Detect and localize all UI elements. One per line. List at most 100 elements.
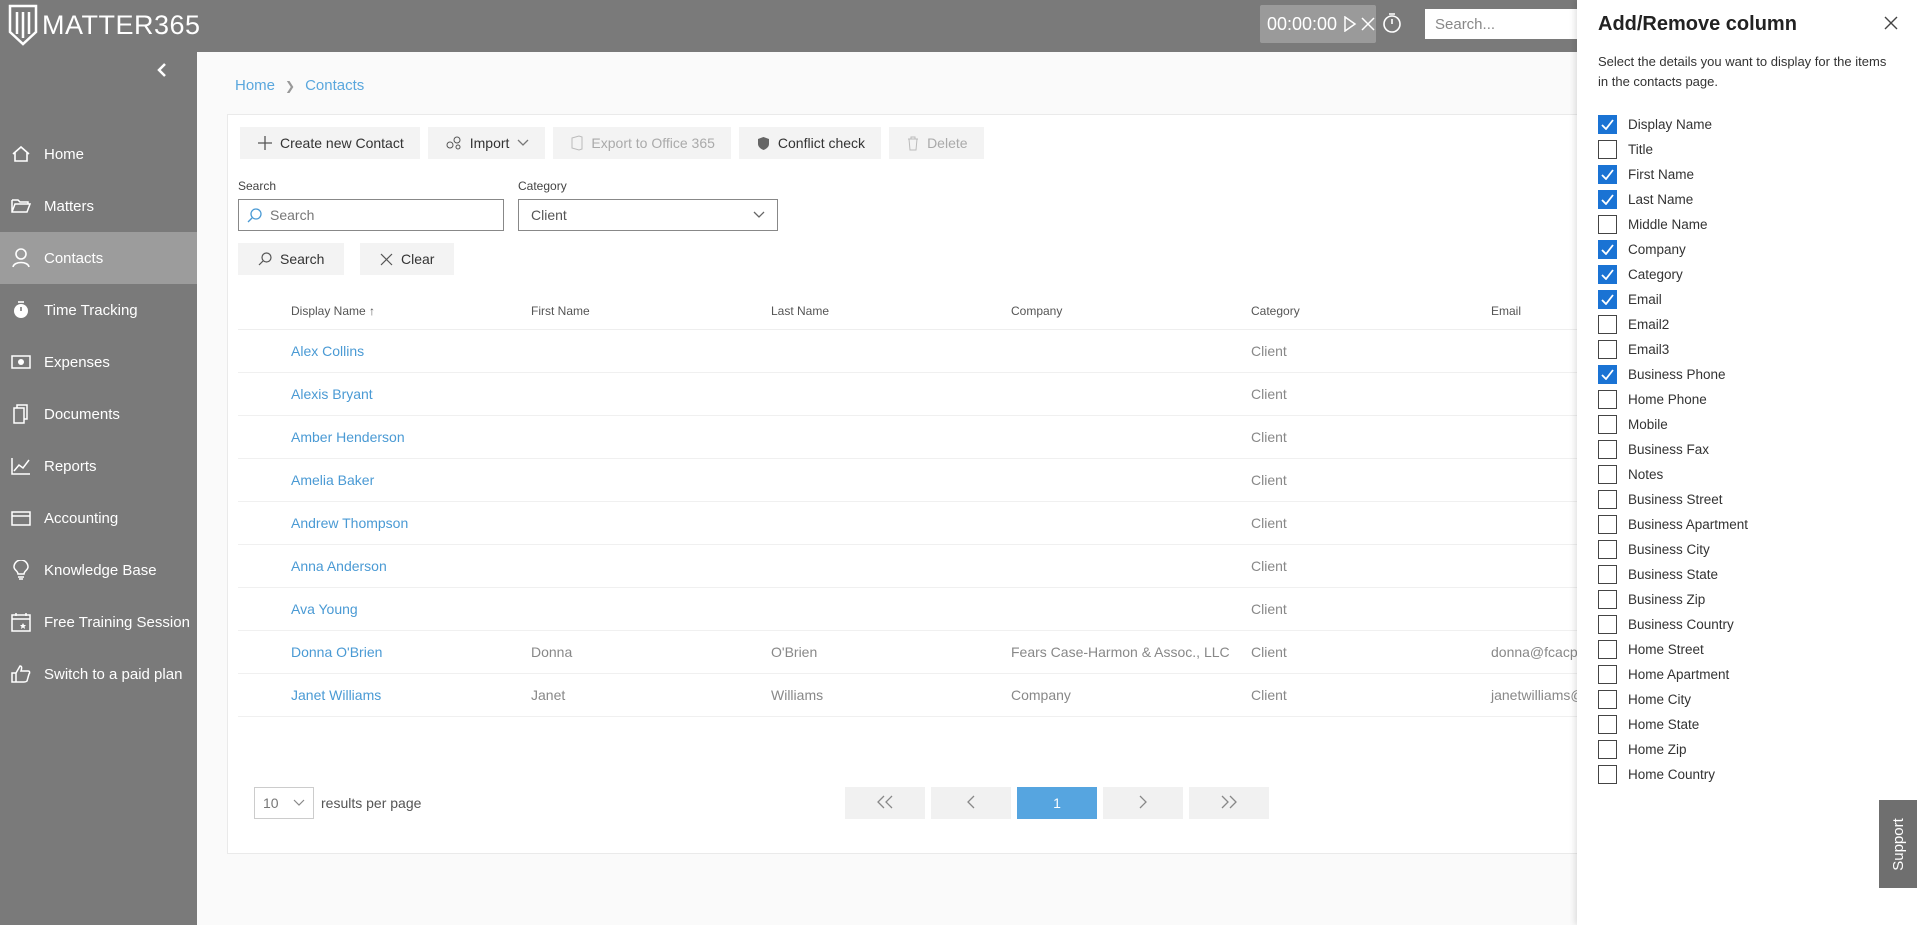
import-button[interactable]: Import: [427, 127, 546, 159]
cell-display-name[interactable]: Andrew Thompson: [291, 501, 531, 545]
first-page-button[interactable]: [845, 787, 925, 819]
checkbox[interactable]: [1598, 665, 1617, 684]
checkbox[interactable]: [1598, 565, 1617, 584]
column-option-company[interactable]: Company: [1598, 237, 1748, 262]
search-input[interactable]: [270, 207, 490, 223]
column-option-middle-name[interactable]: Middle Name: [1598, 212, 1748, 237]
checkbox[interactable]: [1598, 215, 1617, 234]
column-option-email3[interactable]: Email3: [1598, 337, 1748, 362]
checkbox[interactable]: [1598, 765, 1617, 784]
column-option-home-apartment[interactable]: Home Apartment: [1598, 662, 1748, 687]
next-page-button[interactable]: [1103, 787, 1183, 819]
column-option-home-zip[interactable]: Home Zip: [1598, 737, 1748, 762]
create-contact-button[interactable]: Create new Contact: [240, 127, 420, 159]
cell-display-name[interactable]: Amelia Baker: [291, 458, 531, 502]
column-header-display-name[interactable]: Display Name ↑: [291, 293, 531, 330]
column-option-business-phone[interactable]: Business Phone: [1598, 362, 1748, 387]
sidebar-item-accounting[interactable]: Accounting: [0, 492, 197, 544]
stopwatch-icon[interactable]: [1382, 12, 1402, 34]
play-icon[interactable]: [1343, 16, 1357, 32]
column-option-email2[interactable]: Email2: [1598, 312, 1748, 337]
column-option-home-city[interactable]: Home City: [1598, 687, 1748, 712]
checkbox[interactable]: [1598, 490, 1617, 509]
sidebar-item-home[interactable]: Home: [0, 128, 197, 180]
checkbox[interactable]: [1598, 290, 1617, 309]
clear-button[interactable]: Clear: [360, 243, 455, 275]
column-option-title[interactable]: Title: [1598, 137, 1748, 162]
breadcrumb-home[interactable]: Home: [235, 77, 275, 94]
per-page-select[interactable]: 10: [254, 787, 314, 819]
table-row[interactable]: Anna Anderson Client: [238, 544, 1608, 588]
checkbox[interactable]: [1598, 315, 1617, 334]
checkbox[interactable]: [1598, 715, 1617, 734]
checkbox[interactable]: [1598, 265, 1617, 284]
conflict-check-button[interactable]: Conflict check: [738, 127, 882, 159]
table-row[interactable]: Amber Henderson Client: [238, 415, 1608, 459]
delete-button[interactable]: Delete: [889, 127, 984, 159]
table-row[interactable]: Amelia Baker Client: [238, 458, 1608, 502]
column-option-notes[interactable]: Notes: [1598, 462, 1748, 487]
checkbox[interactable]: [1598, 640, 1617, 659]
global-search-input[interactable]: [1425, 9, 1585, 39]
checkbox[interactable]: [1598, 515, 1617, 534]
column-option-first-name[interactable]: First Name: [1598, 162, 1748, 187]
cell-display-name[interactable]: Anna Anderson: [291, 544, 531, 588]
sidebar-item-reports[interactable]: Reports: [0, 440, 197, 492]
checkbox[interactable]: [1598, 415, 1617, 434]
column-option-email[interactable]: Email: [1598, 287, 1748, 312]
table-row[interactable]: Andrew Thompson Client: [238, 501, 1608, 545]
table-row[interactable]: Alexis Bryant Client: [238, 372, 1608, 416]
checkbox[interactable]: [1598, 190, 1617, 209]
sidebar-item-contacts[interactable]: Contacts: [0, 232, 197, 284]
column-header-first-name[interactable]: First Name: [531, 293, 771, 330]
category-select[interactable]: Client: [518, 199, 778, 231]
checkbox[interactable]: [1598, 590, 1617, 609]
column-option-last-name[interactable]: Last Name: [1598, 187, 1748, 212]
close-icon[interactable]: [1361, 17, 1375, 31]
search-field[interactable]: [238, 199, 504, 231]
table-row[interactable]: Janet Williams Janet Williams Company Client…: [238, 673, 1608, 717]
sidebar-item-expenses[interactable]: Expenses: [0, 336, 197, 388]
table-row[interactable]: Ava Young Client: [238, 587, 1608, 631]
search-button[interactable]: Search: [238, 243, 345, 275]
checkbox[interactable]: [1598, 340, 1617, 359]
cell-display-name[interactable]: Amber Henderson: [291, 415, 531, 459]
column-option-business-country[interactable]: Business Country: [1598, 612, 1748, 637]
close-icon[interactable]: [1884, 16, 1898, 30]
support-button[interactable]: Support: [1879, 800, 1917, 888]
checkbox[interactable]: [1598, 390, 1617, 409]
column-option-home-state[interactable]: Home State: [1598, 712, 1748, 737]
column-option-home-phone[interactable]: Home Phone: [1598, 387, 1748, 412]
column-option-mobile[interactable]: Mobile: [1598, 412, 1748, 437]
column-option-home-country[interactable]: Home Country: [1598, 762, 1748, 787]
checkbox[interactable]: [1598, 440, 1617, 459]
checkbox[interactable]: [1598, 740, 1617, 759]
column-option-display-name[interactable]: Display Name: [1598, 112, 1748, 137]
cell-display-name[interactable]: Donna O'Brien: [291, 630, 531, 674]
cell-display-name[interactable]: Alexis Bryant: [291, 372, 531, 416]
cell-display-name[interactable]: Ava Young: [291, 587, 531, 631]
collapse-sidebar-icon[interactable]: [154, 62, 170, 78]
checkbox[interactable]: [1598, 165, 1617, 184]
checkbox[interactable]: [1598, 140, 1617, 159]
checkbox[interactable]: [1598, 365, 1617, 384]
column-option-business-street[interactable]: Business Street: [1598, 487, 1748, 512]
table-row[interactable]: Alex Collins Client: [238, 329, 1608, 373]
cell-display-name[interactable]: Janet Williams: [291, 673, 531, 717]
checkbox[interactable]: [1598, 115, 1617, 134]
column-option-business-state[interactable]: Business State: [1598, 562, 1748, 587]
sidebar-item-time-tracking[interactable]: Time Tracking: [0, 284, 197, 336]
checkbox[interactable]: [1598, 540, 1617, 559]
checkbox[interactable]: [1598, 690, 1617, 709]
breadcrumb-current[interactable]: Contacts: [305, 77, 364, 94]
column-option-business-apartment[interactable]: Business Apartment: [1598, 512, 1748, 537]
sidebar-item-knowledge-base[interactable]: Knowledge Base: [0, 544, 197, 596]
sidebar-item-matters[interactable]: Matters: [0, 180, 197, 232]
page-1-button[interactable]: 1: [1017, 787, 1097, 819]
column-header-category[interactable]: Category: [1251, 293, 1491, 330]
column-header-last-name[interactable]: Last Name: [771, 293, 1011, 330]
export-office365-button[interactable]: Export to Office 365: [553, 127, 731, 159]
cell-display-name[interactable]: Alex Collins: [291, 329, 531, 373]
sidebar-item-free-training-session[interactable]: Free Training Session: [0, 596, 197, 648]
checkbox[interactable]: [1598, 615, 1617, 634]
